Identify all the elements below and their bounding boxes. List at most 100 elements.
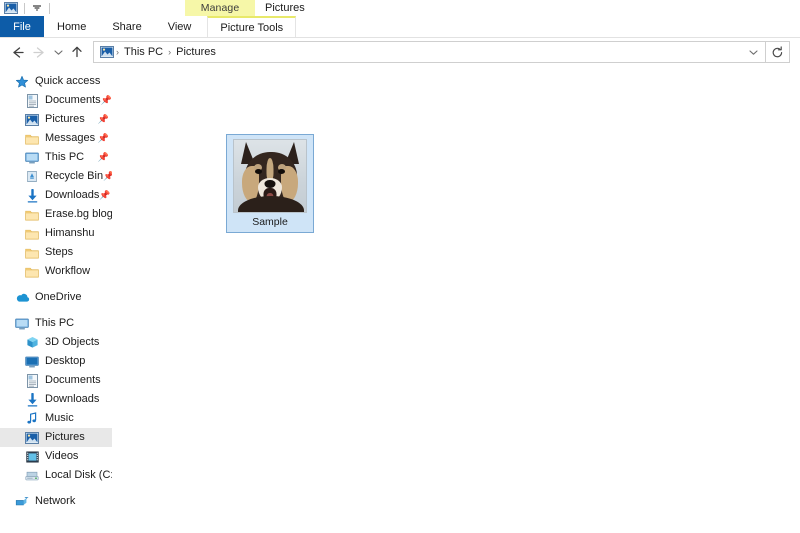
address-dropdown-chevron-down-icon[interactable] (743, 42, 763, 62)
desktop-icon (24, 354, 40, 370)
dog-eye-right (278, 169, 285, 174)
tab-view-label: View (167, 21, 192, 33)
tab-file[interactable]: File (0, 16, 44, 38)
tab-picture-tools-label: Picture Tools (220, 22, 284, 34)
title-bar: Manage Pictures (0, 0, 800, 16)
3d-objects-icon (24, 335, 40, 351)
tab-view[interactable]: View (155, 16, 205, 38)
tab-picture-tools[interactable]: Picture Tools (207, 16, 297, 38)
pin-icon[interactable]: 📌 (103, 171, 112, 182)
downloads-icon (24, 392, 40, 408)
sidebar-item-network[interactable]: Network (0, 492, 112, 511)
file-tile-sample[interactable]: Sample (226, 134, 314, 233)
sidebar-item-videos[interactable]: Videos (0, 447, 112, 466)
sidebar-item-desktop[interactable]: Desktop (0, 352, 112, 371)
dog-photo-thumbnail (233, 139, 307, 213)
pictures-icon (24, 430, 40, 446)
star-icon (14, 74, 30, 90)
file-list-pane[interactable]: Sample (112, 66, 800, 533)
tab-file-label: File (13, 21, 31, 33)
sidebar-item-workflow[interactable]: Workflow (0, 262, 112, 281)
computer-icon (24, 150, 40, 166)
sidebar-item-label: Local Disk (C:) (45, 469, 112, 481)
sidebar-item-steps[interactable]: Steps (0, 243, 112, 262)
explorer-body: Quick access Documents 📌 Pictures 📌 Mess… (0, 66, 800, 533)
chevron-down-icon[interactable] (30, 1, 44, 15)
folder-icon (24, 226, 40, 242)
tab-home[interactable]: Home (44, 16, 99, 38)
sidebar-item-erase-bg-blog[interactable]: Erase.bg blog 📌 (0, 205, 112, 224)
sidebar-group-gap-2 (0, 307, 112, 314)
pin-icon[interactable]: 📌 (98, 133, 109, 144)
navigation-bar: › This PC › Pictures (0, 38, 800, 66)
computer-icon (14, 316, 30, 332)
downloads-icon (24, 188, 40, 204)
pin-icon[interactable]: 📌 (98, 152, 109, 163)
sidebar-item-3d-objects[interactable]: 3D Objects (0, 333, 112, 352)
address-bar[interactable]: › This PC › Pictures (93, 41, 766, 63)
sidebar-item-local-disk-c[interactable]: Local Disk (C:) (0, 466, 112, 485)
sidebar-item-label: Videos (45, 450, 79, 462)
music-note-icon (24, 411, 40, 427)
sidebar-item-documents[interactable]: Documents (0, 371, 112, 390)
documents-icon (24, 93, 40, 109)
sidebar-item-label: Pictures (45, 113, 85, 125)
dog-eye-left (255, 169, 262, 174)
hard-disk-icon (24, 468, 40, 484)
sidebar-item-label: This PC (45, 151, 85, 163)
sidebar-item-downloads[interactable]: Downloads (0, 390, 112, 409)
pictures-folder-icon[interactable] (3, 1, 19, 15)
sidebar-item-label: OneDrive (35, 291, 82, 303)
window-title-text: Pictures (265, 2, 305, 14)
toolbar-divider (24, 2, 25, 14)
up-arrow-icon[interactable] (66, 41, 88, 63)
folder-icon (24, 131, 40, 147)
toolbar-divider-2 (49, 2, 50, 14)
back-arrow-icon[interactable] (6, 41, 28, 63)
sidebar-item-this-pc-qa[interactable]: This PC 📌 (0, 148, 112, 167)
sidebar-item-label: Documents (45, 94, 101, 106)
window-title: Pictures (265, 0, 305, 16)
tab-share[interactable]: Share (99, 16, 154, 38)
sidebar-item-label: Quick access (35, 75, 101, 87)
forward-arrow-icon (28, 41, 50, 63)
sidebar-item-label: Desktop (45, 355, 86, 367)
pin-icon[interactable]: 📌 (99, 190, 110, 201)
pictures-icon (24, 112, 40, 128)
sidebar-item-documents-qa[interactable]: Documents 📌 (0, 91, 112, 110)
sidebar-item-music[interactable]: Music (0, 409, 112, 428)
navigation-pane[interactable]: Quick access Documents 📌 Pictures 📌 Mess… (0, 66, 112, 533)
sidebar-item-label: Downloads (45, 393, 100, 405)
sidebar-item-label: 3D Objects (45, 336, 100, 348)
pin-icon[interactable]: 📌 (101, 95, 112, 106)
sidebar-item-quick-access[interactable]: Quick access (0, 72, 112, 91)
breadcrumb-pictures[interactable]: Pictures (172, 46, 220, 58)
sidebar-item-himanshu[interactable]: Himanshu (0, 224, 112, 243)
sidebar-item-label: Documents (45, 374, 101, 386)
folder-icon (24, 245, 40, 261)
sidebar-item-label: Himanshu (45, 227, 95, 239)
sidebar-item-pictures-qa[interactable]: Pictures 📌 (0, 110, 112, 129)
pictures-folder-icon (99, 44, 115, 60)
breadcrumb-this-pc[interactable]: This PC (120, 46, 167, 58)
pin-icon[interactable]: 📌 (98, 114, 109, 125)
sidebar-item-this-pc[interactable]: This PC (0, 314, 112, 333)
refresh-icon[interactable] (766, 41, 790, 63)
sidebar-item-label: Steps (45, 246, 74, 258)
folder-icon (24, 207, 40, 223)
sidebar-item-recycle-bin[interactable]: Recycle Bin 📌 (0, 167, 112, 186)
sidebar-item-label: Recycle Bin (45, 170, 104, 182)
sidebar-item-downloads-qa[interactable]: Downloads 📌 (0, 186, 112, 205)
folder-icon (24, 264, 40, 280)
recent-locations-chevron-down-icon[interactable] (50, 41, 66, 63)
tab-home-label: Home (57, 21, 87, 33)
sidebar-item-pictures[interactable]: Pictures (0, 428, 112, 447)
sidebar-item-label: This PC (35, 317, 75, 329)
documents-icon (24, 373, 40, 389)
tab-share-label: Share (112, 21, 142, 33)
sidebar-group-gap-1 (0, 281, 112, 288)
videos-icon (24, 449, 40, 465)
sidebar-item-messages[interactable]: Messages 📌 (0, 129, 112, 148)
sidebar-item-onedrive[interactable]: OneDrive (0, 288, 112, 307)
sidebar-item-label: Downloads (45, 189, 100, 201)
